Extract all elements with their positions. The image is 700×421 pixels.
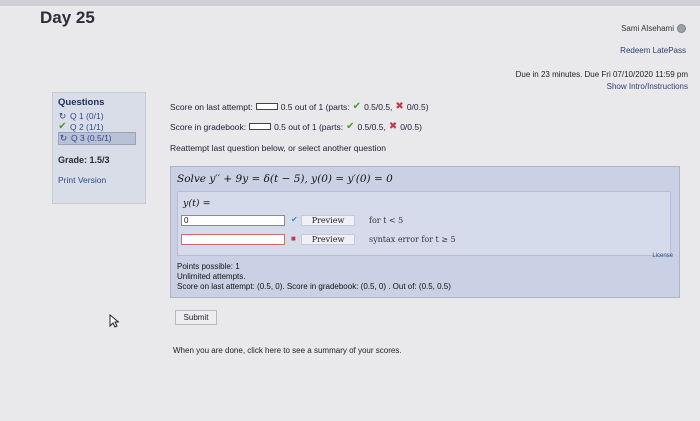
user-menu[interactable]: Sami Alsehami xyxy=(621,24,686,33)
mouse-cursor-icon xyxy=(109,314,119,328)
retry-icon: ↻ xyxy=(58,111,67,121)
due-text: Due in 23 minutes. Due Fri 07/10/2020 11… xyxy=(515,70,688,79)
gear-icon[interactable] xyxy=(677,24,686,33)
license-link[interactable]: License xyxy=(652,253,673,259)
score-last-attempt: Score on last attempt: 0.5 out of 1 (par… xyxy=(170,101,429,112)
score-gradebook: Score in gradebook: 0.5 out of 1 (parts:… xyxy=(170,121,422,132)
x-icon: ✖ xyxy=(388,121,398,132)
question-item-label: Q 1 (0/1) xyxy=(70,111,104,121)
attempts-info: Unlimited attempts. xyxy=(177,272,246,281)
question-box: Solve y′′ + 9y = δ(t − 5), y(0) = y′(0) … xyxy=(170,166,680,298)
question-item-2[interactable]: ✔ Q 2 (1/1) xyxy=(58,120,140,133)
grade-text: Grade: 1.5/3 xyxy=(58,154,110,165)
show-intro-link[interactable]: Show Intro/Instructions xyxy=(607,82,688,91)
question-item-1[interactable]: ↻ Q 1 (0/1) xyxy=(58,111,140,122)
x-icon: ✖ xyxy=(395,101,404,112)
print-version-link[interactable]: Print Version xyxy=(58,175,140,185)
answer-input-2[interactable] xyxy=(181,234,285,245)
progress-bar xyxy=(249,123,272,130)
top-strip xyxy=(0,0,700,6)
preview-button-1[interactable]: Preview xyxy=(301,215,355,226)
reattempt-text: Reattempt last question below, or select… xyxy=(170,143,386,153)
incorrect-icon: ■ xyxy=(291,234,296,243)
check-icon: ✔ xyxy=(58,120,67,132)
check-icon: ✔ xyxy=(346,121,355,132)
retry-icon: ↻ xyxy=(59,133,68,143)
page-title: Day 25 xyxy=(40,8,95,27)
question-item-label: Q 2 (1/1) xyxy=(70,121,104,132)
points-info: Points possible: 1 Unlimited attempts. S… xyxy=(177,262,451,292)
condition-2: syntax error for t ≥ 5 xyxy=(369,235,456,244)
user-name: Sami Alsehami xyxy=(621,24,674,33)
answer-area: y(t) = 0 ✔ Preview for t < 5 ■ Preview s… xyxy=(177,191,671,256)
preview-button-2[interactable]: Preview xyxy=(301,234,355,245)
summary-link[interactable]: When you are done, click here to see a s… xyxy=(173,346,402,355)
points-possible: Points possible: 1 xyxy=(177,262,240,271)
redeem-latepass-link[interactable]: Redeem LatePass xyxy=(620,46,686,55)
score-line: Score on last attempt: (0.5, 0). Score i… xyxy=(177,282,451,291)
questions-heading: Questions xyxy=(58,97,105,108)
correct-icon: ✔ xyxy=(291,215,298,224)
condition-1: for t < 5 xyxy=(369,216,404,225)
question-item-3[interactable]: ↻ Q 3 (0.5/1) xyxy=(58,132,136,145)
submit-button[interactable]: Submit xyxy=(175,310,217,325)
answer-input-1[interactable]: 0 xyxy=(181,215,285,226)
question-item-label: Q 3 (0.5/1) xyxy=(71,133,112,143)
problem-statement: Solve y′′ + 9y = δ(t − 5), y(0) = y′(0) … xyxy=(177,173,393,185)
questions-panel: Questions ↻ Q 1 (0/1) ✔ Q 2 (1/1) ↻ Q 3 … xyxy=(52,92,146,204)
answer-label: y(t) = xyxy=(183,198,211,209)
progress-bar xyxy=(255,103,278,110)
check-icon: ✔ xyxy=(352,101,362,112)
